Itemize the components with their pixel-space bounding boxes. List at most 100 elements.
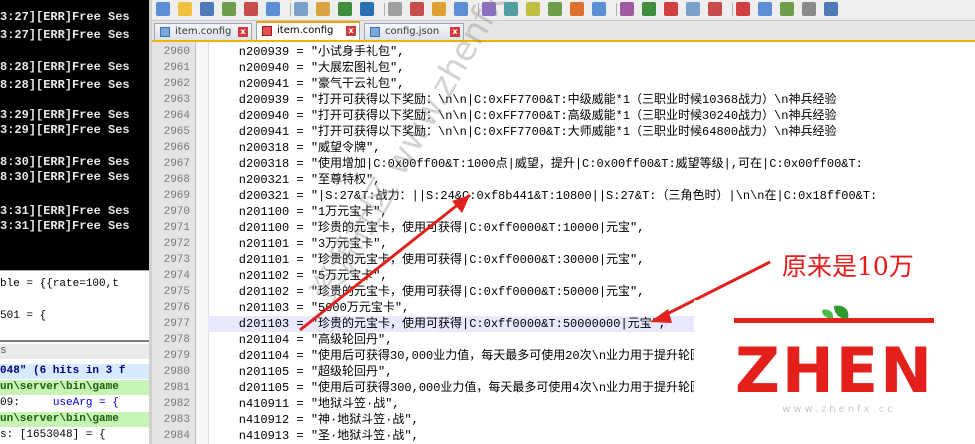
code-line[interactable]: n410911 = "地狱斗笠·战", — [210, 396, 400, 412]
tab-config-json[interactable]: config.json x — [364, 23, 464, 40]
toolbar-button-icon[interactable] — [360, 2, 374, 16]
left-code-line: ble = {{rate=100,t — [0, 278, 119, 290]
toolbar-separator — [616, 3, 617, 16]
code-line[interactable]: n410912 = "神·地狱斗笠·战", — [210, 412, 419, 428]
toolbar-button-icon[interactable] — [824, 2, 838, 16]
console-line: 3:31][ERR]Free Ses — [0, 219, 130, 233]
line-number: 2972 — [163, 238, 190, 250]
file-icon — [262, 26, 272, 36]
toolbar-button-icon[interactable] — [664, 2, 678, 16]
close-icon[interactable]: x — [238, 27, 248, 37]
line-number: 2967 — [163, 158, 190, 170]
toolbar-button-icon[interactable] — [388, 2, 402, 16]
line-number: 2982 — [163, 398, 190, 410]
results-match-code: useArg = { — [52, 397, 119, 409]
code-line[interactable]: d200940 = "打开可获得以下奖励：\n\n|C:0xFF7700&T:高… — [210, 108, 837, 124]
code-line[interactable]: n201101 = "3万元宝卡", — [210, 236, 388, 252]
line-number-gutter: 2960 2961 2962 2963 2964 2965 2966 2967 2968 2969… — [152, 42, 196, 444]
toolbar-button-icon[interactable] — [410, 2, 424, 16]
line-number: 2977 — [163, 318, 190, 330]
toolbar-button-icon[interactable] — [736, 2, 750, 16]
code-line[interactable]: n200941 = "豪气干云礼包", — [210, 76, 405, 92]
toolbar-button-icon[interactable] — [526, 2, 540, 16]
results-match-line[interactable]: 09: useArg = { — [0, 396, 149, 411]
toolbar-button-icon[interactable] — [482, 2, 496, 16]
toolbar-separator — [732, 3, 733, 16]
toolbar-button-icon[interactable] — [454, 2, 468, 16]
line-number: 2964 — [163, 110, 190, 122]
toolbar-button-icon[interactable] — [620, 2, 634, 16]
results-header: s — [0, 344, 149, 359]
file-icon — [370, 27, 380, 37]
code-line[interactable]: d200941 = "打开可获得以下奖励：\n\n|C:0xFF7700&T:大… — [210, 124, 837, 140]
code-line[interactable]: n201103 = "5000万元宝卡", — [210, 300, 409, 316]
toolbar-button-icon[interactable] — [178, 2, 192, 16]
code-line[interactable]: n410913 = "圣·地狱斗笠·战", — [210, 428, 419, 444]
toolbar-button-icon[interactable] — [432, 2, 446, 16]
console-line: 3:29][ERR]Free Ses — [0, 108, 130, 122]
code-line[interactable]: n200939 = "小试身手礼包", — [210, 44, 405, 60]
toolbar-button-icon[interactable] — [504, 2, 518, 16]
console-line: 3:31][ERR]Free Ses — [0, 204, 130, 218]
toolbar — [152, 0, 975, 21]
code-line[interactable]: n201102 = "5万元宝卡", — [210, 268, 388, 284]
toolbar-button-icon[interactable] — [200, 2, 214, 16]
toolbar-button-icon[interactable] — [548, 2, 562, 16]
toolbar-button-icon[interactable] — [316, 2, 330, 16]
toolbar-separator — [290, 3, 291, 16]
code-line[interactable]: n200940 = "大展宏图礼包", — [210, 60, 405, 76]
tab-item-config-2[interactable]: item.config x — [256, 21, 360, 40]
zhen-logo: ZHEN www.zhenfx.cc — [694, 300, 975, 444]
console-line: 3:29][ERR]Free Ses — [0, 123, 130, 137]
code-line[interactable]: n201100 = "1万元宝卡", — [210, 204, 388, 220]
code-line[interactable]: d200321 = "|S:27&T:战力：||S:24&C:0xf8b441&… — [210, 188, 878, 204]
toolbar-button-icon[interactable] — [570, 2, 584, 16]
results-file-path[interactable]: un\server\bin\game — [0, 380, 149, 395]
annotation-label: 原来是10万 — [782, 252, 914, 281]
code-line[interactable]: d201102 = "珍贵的元宝卡，使用可获得|C:0xff0000&T:500… — [210, 284, 645, 300]
toolbar-button-icon[interactable] — [802, 2, 816, 16]
tab-label: item.config — [277, 25, 334, 36]
toolbar-button-icon[interactable] — [758, 2, 772, 16]
code-line[interactable]: n200321 = "至尊特权", — [210, 172, 381, 188]
code-line[interactable]: n200318 = "威望令牌", — [210, 140, 381, 156]
toolbar-button-icon[interactable] — [338, 2, 352, 16]
code-line[interactable]: d200939 = "打开可获得以下奖励：\n\n|C:0xFF7700&T:中… — [210, 92, 837, 108]
results-file-path[interactable]: un\server\bin\game — [0, 412, 149, 427]
line-number: 2976 — [163, 302, 190, 314]
left-code-panel: ble = {{rate=100,t 501 = { — [0, 270, 149, 341]
console-line: 8:28][ERR]Free Ses — [0, 78, 130, 92]
tab-label: item.config — [175, 26, 232, 37]
toolbar-button-icon[interactable] — [708, 2, 722, 16]
toolbar-button-icon[interactable] — [294, 2, 308, 16]
results-match-line[interactable]: s: [1653048] = { — [0, 428, 149, 443]
leaf-icon — [822, 309, 834, 319]
line-number: 2978 — [163, 334, 190, 346]
results-hit-summary[interactable]: 048" (6 hits in 3 f — [0, 364, 149, 379]
close-icon[interactable]: x — [346, 26, 356, 36]
code-line[interactable]: d200318 = "使用增加|C:0x00ff00&T:1000点|威望，提升… — [210, 156, 863, 172]
console-line: 8:30][ERR]Free Ses — [0, 155, 130, 169]
toolbar-button-icon[interactable] — [222, 2, 236, 16]
toolbar-button-icon[interactable] — [780, 2, 794, 16]
toolbar-button-icon[interactable] — [592, 2, 606, 16]
line-number: 2984 — [163, 430, 190, 442]
line-number: 2968 — [163, 174, 190, 186]
line-number: 2966 — [163, 142, 190, 154]
line-number: 2973 — [163, 254, 190, 266]
toolbar-button-icon[interactable] — [244, 2, 258, 16]
code-line[interactable]: n201105 = "超级轮回丹", — [210, 364, 393, 380]
tab-label: config.json — [385, 26, 440, 37]
toolbar-button-icon[interactable] — [266, 2, 280, 16]
leaf-icon — [834, 305, 849, 319]
code-line[interactable]: d201100 = "珍贵的元宝卡，使用可获得|C:0xff0000&T:100… — [210, 220, 645, 236]
file-icon — [160, 27, 170, 37]
code-line[interactable]: n201104 = "高级轮回丹", — [210, 332, 393, 348]
tab-item-config-1[interactable]: item.config x — [154, 23, 252, 40]
toolbar-button-icon[interactable] — [156, 2, 170, 16]
code-line[interactable]: d201101 = "珍贵的元宝卡，使用可获得|C:0xff0000&T:300… — [210, 252, 645, 268]
toolbar-button-icon[interactable] — [642, 2, 656, 16]
toolbar-button-icon[interactable] — [686, 2, 700, 16]
close-icon[interactable]: x — [450, 27, 460, 37]
code-line[interactable]: d201103 = "珍贵的元宝卡，使用可获得|C:0xff0000&T:500… — [210, 316, 666, 332]
